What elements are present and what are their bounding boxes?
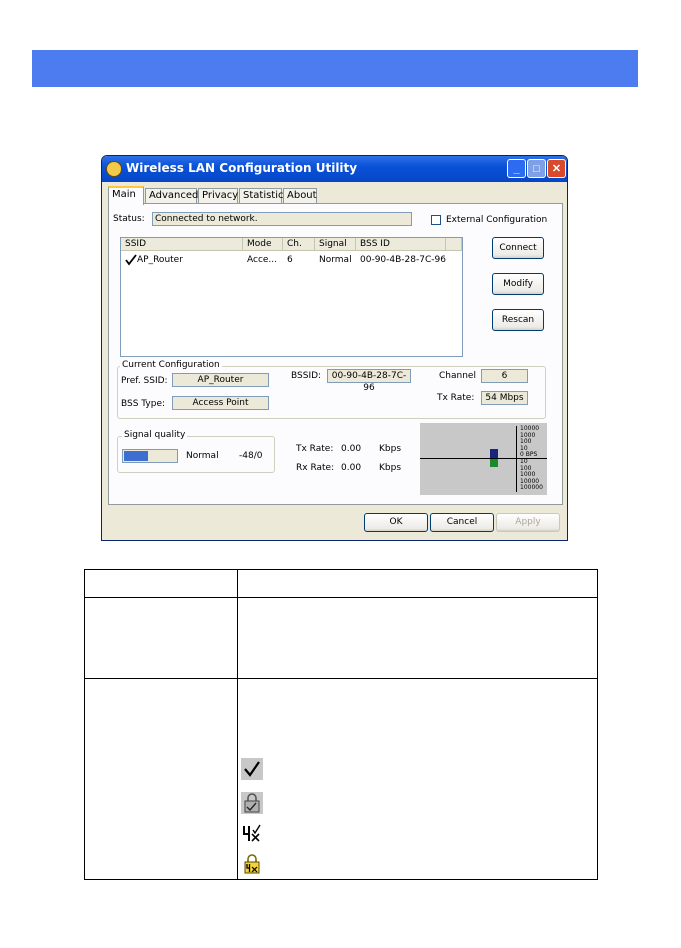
maximize-button[interactable]: □: [527, 159, 546, 178]
external-config-label: External Configuration: [446, 215, 548, 225]
rx-rate-label: Rx Rate:: [296, 463, 335, 473]
signal-meter-fill: [124, 451, 148, 461]
tx-rate-config-field: 54 Mbps: [481, 391, 528, 405]
graph-scale: 10000 1000 100 10 0 BPS 10 100 1000 10000 100000: [518, 426, 547, 492]
row-ssid: AP_Router: [137, 255, 183, 265]
tx-rate-value: 0.00: [341, 444, 362, 454]
rx-bar: [490, 459, 498, 467]
no-signal-icon: [241, 822, 263, 844]
tab-about[interactable]: About: [283, 188, 317, 204]
channel-field: 6: [481, 369, 528, 383]
check-icon: [125, 254, 137, 266]
tx-rate-config-label: Tx Rate:: [437, 393, 475, 403]
bssid-field: 00-90-4B-28-7C-96: [327, 369, 411, 393]
title-bar[interactable]: Wireless LAN Configuration Utility _ □ ✕: [102, 156, 567, 182]
row-bssid: 00-90-4B-28-7C-96: [360, 255, 446, 265]
rescan-button[interactable]: Rescan: [492, 309, 544, 331]
network-list[interactable]: SSID Mode Ch. Signal BSS ID AP_Router Ac…: [120, 237, 463, 357]
check-icon: [241, 758, 263, 780]
table-column-divider: [237, 570, 238, 879]
tx-bar: [490, 449, 498, 458]
close-button[interactable]: ✕: [547, 159, 566, 178]
current-config-title: Current Configuration: [120, 360, 222, 370]
bss-type-label: BSS Type:: [121, 399, 166, 409]
col-bssid[interactable]: BSS ID: [356, 238, 446, 251]
tx-rate-label: Tx Rate:: [296, 444, 334, 454]
window-title: Wireless LAN Configuration Utility: [126, 161, 358, 175]
graph-scale-label: 100000: [520, 484, 543, 492]
graph-axis: [516, 426, 517, 492]
tx-rate-unit: Kbps: [379, 444, 402, 454]
apply-button[interactable]: Apply: [496, 513, 560, 532]
connect-button[interactable]: Connect: [492, 237, 544, 259]
col-ssid[interactable]: SSID: [121, 238, 243, 251]
traffic-graph: 10000 1000 100 10 0 BPS 10 100 1000 10000 100000: [420, 423, 547, 495]
bss-type-field: Access Point: [172, 396, 269, 410]
pref-ssid-field: AP_Router: [172, 373, 269, 387]
main-panel: Status: Connected to network. External C…: [108, 203, 563, 505]
signal-dbm: -48/0: [239, 451, 263, 461]
row-mode: Acce...: [247, 255, 278, 265]
description-table: [84, 569, 598, 880]
tab-statistics[interactable]: Statistics: [239, 188, 289, 204]
col-channel[interactable]: Ch.: [283, 238, 315, 251]
signal-quality-title: Signal quality: [122, 430, 188, 440]
tab-advanced[interactable]: Advanced: [145, 188, 198, 204]
minimize-button[interactable]: _: [507, 159, 526, 178]
table-divider-1: [85, 597, 597, 598]
external-config-checkbox[interactable]: [431, 215, 441, 225]
col-filler: [446, 238, 462, 251]
signal-quality-text: Normal: [186, 451, 219, 461]
lock-no-signal-icon: [241, 853, 263, 875]
pref-ssid-label: Pref. SSID:: [121, 376, 168, 386]
tab-privacy[interactable]: Privacy: [198, 188, 238, 204]
config-utility-window: Wireless LAN Configuration Utility _ □ ✕…: [101, 155, 568, 541]
table-divider-2: [85, 678, 597, 679]
rx-rate-unit: Kbps: [379, 463, 402, 473]
modify-button[interactable]: Modify: [492, 273, 544, 295]
row-channel: 6: [287, 255, 293, 265]
bssid-label: BSSID:: [291, 371, 322, 381]
status-label: Status:: [113, 214, 145, 224]
signal-meter: [122, 449, 178, 463]
tab-main[interactable]: Main: [108, 186, 144, 205]
app-icon: [106, 161, 122, 177]
col-signal[interactable]: Signal: [315, 238, 356, 251]
lock-icon: [241, 792, 263, 814]
cancel-button[interactable]: Cancel: [430, 513, 494, 532]
header-banner: [32, 50, 638, 87]
ok-button[interactable]: OK: [364, 513, 428, 532]
channel-label: Channel: [439, 371, 476, 381]
col-mode[interactable]: Mode: [243, 238, 283, 251]
rx-rate-value: 0.00: [341, 463, 362, 473]
status-field: Connected to network.: [152, 212, 412, 226]
row-signal: Normal: [319, 255, 352, 265]
